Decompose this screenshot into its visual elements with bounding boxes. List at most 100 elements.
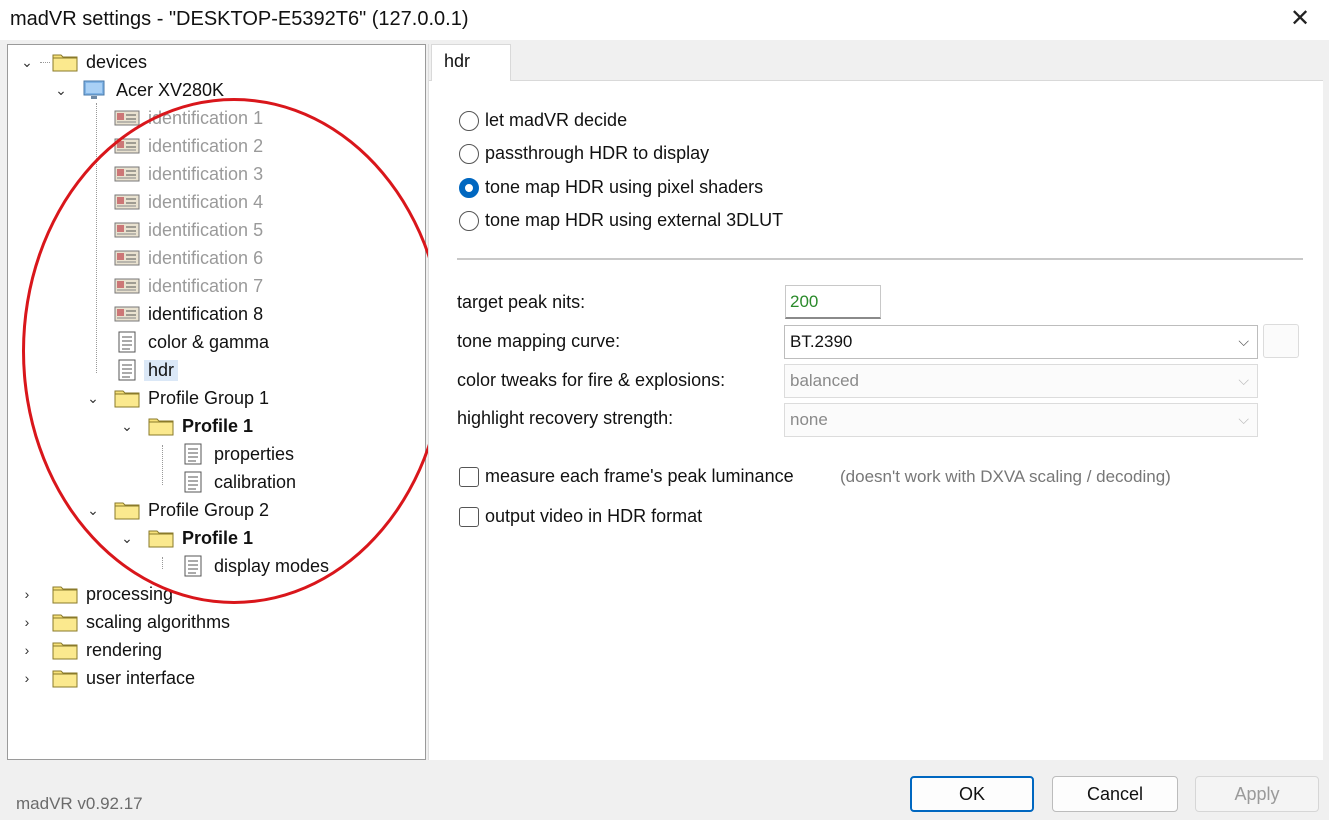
- select-value: BT.2390: [790, 332, 853, 351]
- fire-tweaks-select[interactable]: balanced ⌵: [784, 364, 1258, 398]
- target-peak-input[interactable]: 200: [785, 285, 881, 319]
- separator: [457, 258, 1303, 260]
- tree-item-label: Profile Group 2: [148, 499, 270, 520]
- tree-item-identification[interactable]: identification 4: [114, 189, 263, 215]
- radio-button[interactable]: [459, 143, 479, 164]
- folder-icon: [52, 668, 78, 688]
- tree-item-calibration[interactable]: calibration: [180, 469, 296, 495]
- tree-item-label: identification 2: [148, 135, 264, 156]
- tree-item-scaling-algorithms[interactable]: › scaling algorithms: [18, 609, 230, 635]
- tree-item-profile-group-2[interactable]: ⌄ Profile Group 2: [84, 497, 269, 523]
- tree-item-label: devices: [86, 51, 148, 72]
- tree-item-user-interface[interactable]: › user interface: [18, 665, 195, 691]
- tree-item-profile-1[interactable]: ⌄ Profile 1: [118, 525, 253, 551]
- folder-icon: [52, 612, 78, 632]
- tree-item-identification[interactable]: identification 5: [114, 217, 263, 243]
- id-card-icon: [114, 303, 140, 325]
- radio-passthrough-hdr[interactable]: passthrough HDR to display: [459, 143, 709, 164]
- folder-icon: [148, 416, 174, 436]
- tree-item-profile-1[interactable]: ⌄ Profile 1: [118, 413, 253, 439]
- output-hdr-checkbox-row[interactable]: output video in HDR format: [459, 506, 702, 527]
- tree-item-display-modes[interactable]: display modes: [180, 553, 329, 579]
- tree-item-label: display modes: [214, 555, 330, 576]
- tree-item-label: identification 6: [148, 247, 264, 268]
- measure-peak-checkbox-row[interactable]: measure each frame's peak luminance: [459, 466, 794, 487]
- tree-item-label: calibration: [214, 471, 297, 492]
- chevron-down-icon[interactable]: ⌄: [18, 53, 36, 71]
- id-card-icon: [114, 191, 140, 213]
- page-icon: [114, 331, 140, 353]
- chevron-right-icon[interactable]: ›: [18, 669, 36, 687]
- tree-item-label: user interface: [86, 667, 196, 688]
- tree-item-identification[interactable]: identification 8: [114, 301, 263, 327]
- checkbox[interactable]: [459, 506, 479, 527]
- folder-icon: [148, 528, 174, 548]
- tree-item-identification[interactable]: identification 7: [114, 273, 263, 299]
- target-peak-label: target peak nits:: [457, 292, 586, 312]
- tree-item-label: properties: [214, 443, 295, 464]
- tree-item-label: Profile Group 1: [148, 387, 270, 408]
- curve-extra-button[interactable]: [1263, 324, 1299, 358]
- tree-item-identification[interactable]: identification 3: [114, 161, 263, 187]
- title-bar: madVR settings - "DESKTOP-E5392T6" (127.…: [0, 0, 1329, 40]
- tree-item-identification[interactable]: identification 2: [114, 133, 263, 159]
- chevron-right-icon[interactable]: ›: [18, 585, 36, 603]
- radio-tone-map-pixel-shaders[interactable]: tone map HDR using pixel shaders: [459, 177, 763, 198]
- fire-tweaks-label: color tweaks for fire & explosions:: [457, 370, 726, 390]
- tree-item-monitor[interactable]: ⌄ Acer XV280K: [52, 77, 224, 103]
- tree-item-label: identification 1: [148, 107, 264, 128]
- close-icon[interactable]: ✕: [1285, 4, 1315, 34]
- tree-item-label: identification 7: [148, 275, 264, 296]
- tree-item-rendering[interactable]: › rendering: [18, 637, 162, 663]
- tree-item-devices[interactable]: ⌄ devices: [18, 49, 147, 75]
- chevron-down-icon[interactable]: ⌄: [118, 417, 136, 435]
- highlight-recovery-select[interactable]: none ⌵: [784, 403, 1258, 437]
- apply-button[interactable]: Apply: [1195, 776, 1319, 812]
- tree-item-identification[interactable]: identification 6: [114, 245, 263, 271]
- id-card-icon: [114, 247, 140, 269]
- chevron-down-icon[interactable]: ⌄: [84, 389, 102, 407]
- radio-button[interactable]: [459, 110, 479, 131]
- checkbox-label: output video in HDR format: [485, 506, 703, 526]
- ok-button[interactable]: OK: [910, 776, 1034, 812]
- radio-let-madvr-decide[interactable]: let madVR decide: [459, 110, 627, 131]
- folder-icon: [114, 500, 140, 520]
- tree-item-label: processing: [86, 583, 174, 604]
- tree-item-identification[interactable]: identification 1: [114, 105, 263, 131]
- tree-item-processing[interactable]: › processing: [18, 581, 173, 607]
- tree-item-label: hdr: [144, 359, 179, 381]
- checkbox[interactable]: [459, 466, 479, 487]
- settings-tree[interactable]: ⌄ devices ⌄ Acer XV280K identification 1…: [7, 44, 426, 760]
- tree-item-profile-group-1[interactable]: ⌄ Profile Group 1: [84, 385, 269, 411]
- tree-connector: [96, 103, 97, 373]
- tree-item-properties[interactable]: properties: [180, 441, 294, 467]
- tab-hdr[interactable]: hdr: [431, 44, 511, 81]
- tone-curve-select[interactable]: BT.2390 ⌵: [784, 325, 1258, 359]
- page-icon: [114, 359, 140, 381]
- select-value: balanced: [790, 371, 860, 390]
- chevron-right-icon[interactable]: ›: [18, 613, 36, 631]
- radio-label: passthrough HDR to display: [485, 143, 710, 163]
- tree-item-color-gamma[interactable]: color & gamma: [114, 329, 269, 355]
- tree-item-hdr[interactable]: hdr: [114, 357, 179, 383]
- chevron-down-icon[interactable]: ⌄: [52, 81, 70, 99]
- folder-icon: [114, 388, 140, 408]
- checkbox-label: measure each frame's peak luminance: [485, 466, 794, 486]
- highlight-recovery-label: highlight recovery strength:: [457, 408, 674, 428]
- radio-button[interactable]: [459, 210, 479, 231]
- chevron-right-icon[interactable]: ›: [18, 641, 36, 659]
- radio-label: let madVR decide: [485, 110, 628, 130]
- id-card-icon: [114, 135, 140, 157]
- cancel-button[interactable]: Cancel: [1052, 776, 1178, 812]
- chevron-down-icon[interactable]: ⌄: [118, 529, 136, 547]
- window-title: madVR settings - "DESKTOP-E5392T6" (127.…: [10, 8, 469, 30]
- radio-label: tone map HDR using pixel shaders: [485, 177, 764, 197]
- version-label: madVR v0.92.17: [16, 794, 143, 813]
- tree-connector: [162, 445, 163, 485]
- tree-item-label: identification 8: [148, 303, 264, 324]
- id-card-icon: [114, 219, 140, 241]
- chevron-down-icon[interactable]: ⌄: [84, 501, 102, 519]
- radio-button[interactable]: [459, 177, 479, 198]
- radio-tone-map-3dlut[interactable]: tone map HDR using external 3DLUT: [459, 210, 783, 231]
- chevron-down-icon: ⌵: [1238, 333, 1249, 349]
